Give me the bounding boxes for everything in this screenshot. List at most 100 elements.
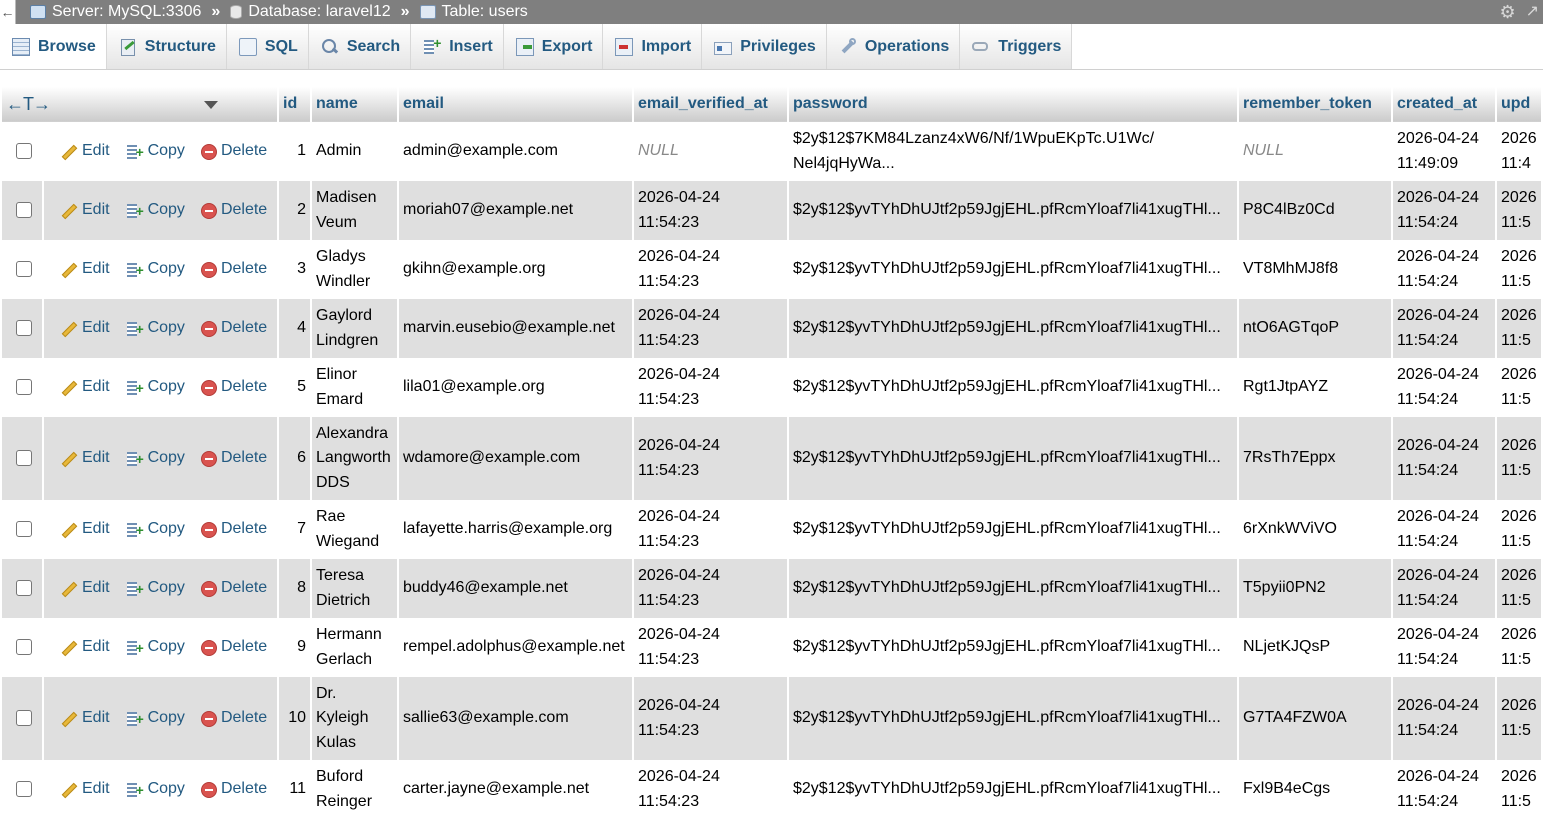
edit-button[interactable]: Edit — [60, 517, 110, 542]
edit-button[interactable]: Edit — [60, 198, 110, 223]
cell-created-at[interactable]: 2026-04-24 11:54:24 — [1393, 500, 1495, 559]
sort-dropdown-icon[interactable] — [204, 101, 219, 110]
edit-button[interactable]: Edit — [60, 446, 110, 471]
copy-button[interactable]: Copy — [126, 316, 185, 341]
cell-id[interactable]: 11 — [279, 760, 310, 819]
row-checkbox[interactable] — [16, 639, 32, 656]
cell-email-verified-at[interactable]: 2026-04-24 11:54:23 — [634, 358, 787, 417]
expand-arrow-icon[interactable]: ↗ — [1526, 1, 1539, 23]
copy-button[interactable]: Copy — [126, 446, 185, 471]
cell-updated-at[interactable]: 2026 11:5 — [1497, 559, 1541, 618]
delete-button[interactable]: Delete — [200, 446, 267, 471]
cell-id[interactable]: 1 — [279, 122, 310, 181]
delete-button[interactable]: Delete — [200, 517, 267, 542]
cell-remember-token[interactable]: Fxl9B4eCgs — [1239, 760, 1391, 819]
cell-email-verified-at[interactable]: 2026-04-24 11:54:23 — [634, 181, 787, 240]
cell-password[interactable]: $2y$12$yvTYhDhUJtf2p59JgjEHL.pfRcmYloaf7… — [789, 559, 1237, 618]
cell-password[interactable]: $2y$12$yvTYhDhUJtf2p59JgjEHL.pfRcmYloaf7… — [789, 181, 1237, 240]
cell-id[interactable]: 6 — [279, 417, 310, 500]
cell-created-at[interactable]: 2026-04-24 11:54:24 — [1393, 417, 1495, 500]
cell-email-verified-at[interactable]: 2026-04-24 11:54:23 — [634, 500, 787, 559]
cell-remember-token[interactable]: P8C4lBz0Cd — [1239, 181, 1391, 240]
edit-button[interactable]: Edit — [60, 706, 110, 731]
cell-password[interactable]: $2y$12$yvTYhDhUJtf2p59JgjEHL.pfRcmYloaf7… — [789, 760, 1237, 819]
delete-button[interactable]: Delete — [200, 635, 267, 660]
cell-remember-token[interactable]: NLjetKJQsP — [1239, 618, 1391, 677]
cell-name[interactable]: Alexandra Langworth DDS — [312, 417, 397, 500]
cell-created-at[interactable]: 2026-04-24 11:54:24 — [1393, 358, 1495, 417]
breadcrumb-server-label[interactable]: Server: MySQL:3306 — [52, 1, 201, 23]
cell-name[interactable]: Elinor Emard — [312, 358, 397, 417]
breadcrumb-table[interactable]: Table: users — [419, 1, 528, 23]
cell-id[interactable]: 8 — [279, 559, 310, 618]
cell-name[interactable]: Hermann Gerlach — [312, 618, 397, 677]
header-email[interactable]: email — [399, 87, 632, 122]
cell-name[interactable]: Dr. Kyleigh Kulas — [312, 677, 397, 760]
copy-button[interactable]: Copy — [126, 198, 185, 223]
cell-created-at[interactable]: 2026-04-24 11:54:24 — [1393, 760, 1495, 819]
tab-privileges[interactable]: Privileges — [702, 24, 827, 69]
copy-button[interactable]: Copy — [126, 635, 185, 660]
tab-insert[interactable]: Insert — [411, 24, 504, 69]
header-name[interactable]: name — [312, 87, 397, 122]
cell-email[interactable]: carter.jayne@example.net — [399, 760, 632, 819]
breadcrumb-database[interactable]: Database: laravel12 — [230, 1, 391, 23]
cell-created-at[interactable]: 2026-04-24 11:54:24 — [1393, 181, 1495, 240]
tab-sql[interactable]: SQL — [226, 24, 309, 69]
collapse-navigation-arrow-icon[interactable]: ← — [0, 0, 16, 24]
edit-button[interactable]: Edit — [60, 777, 110, 802]
tab-export[interactable]: Export — [503, 24, 604, 69]
cell-updated-at[interactable]: 2026 11:4 — [1497, 122, 1541, 181]
cell-updated-at[interactable]: 2026 11:5 — [1497, 618, 1541, 677]
copy-button[interactable]: Copy — [126, 257, 185, 282]
cell-password[interactable]: $2y$12$yvTYhDhUJtf2p59JgjEHL.pfRcmYloaf7… — [789, 417, 1237, 500]
header-updated-at[interactable]: upd — [1497, 87, 1541, 122]
cell-email-verified-at[interactable]: 2026-04-24 11:54:23 — [634, 240, 787, 299]
cell-id[interactable]: 9 — [279, 618, 310, 677]
row-checkbox[interactable] — [16, 710, 32, 727]
delete-button[interactable]: Delete — [200, 375, 267, 400]
cell-email[interactable]: gkihn@example.org — [399, 240, 632, 299]
cell-password[interactable]: $2y$12$yvTYhDhUJtf2p59JgjEHL.pfRcmYloaf7… — [789, 500, 1237, 559]
copy-button[interactable]: Copy — [126, 706, 185, 731]
copy-button[interactable]: Copy — [126, 576, 185, 601]
tab-structure[interactable]: Structure — [106, 24, 227, 69]
header-remember-token[interactable]: remember_token — [1239, 87, 1391, 122]
cell-email[interactable]: marvin.eusebio@example.net — [399, 299, 632, 358]
cell-email-verified-at[interactable]: 2026-04-24 11:54:23 — [634, 677, 787, 760]
tab-operations[interactable]: Operations — [826, 24, 961, 69]
tab-import[interactable]: Import — [603, 24, 703, 69]
cell-id[interactable]: 2 — [279, 181, 310, 240]
cell-email-verified-at[interactable]: 2026-04-24 11:54:23 — [634, 417, 787, 500]
edit-button[interactable]: Edit — [60, 257, 110, 282]
copy-button[interactable]: Copy — [126, 777, 185, 802]
column-resize-toggle-icon[interactable]: ←T→ — [6, 94, 51, 114]
copy-button[interactable]: Copy — [126, 517, 185, 542]
edit-button[interactable]: Edit — [60, 316, 110, 341]
delete-button[interactable]: Delete — [200, 257, 267, 282]
cell-password[interactable]: $2y$12$yvTYhDhUJtf2p59JgjEHL.pfRcmYloaf7… — [789, 677, 1237, 760]
breadcrumb-table-label[interactable]: Table: users — [442, 1, 528, 23]
cell-password[interactable]: $2y$12$yvTYhDhUJtf2p59JgjEHL.pfRcmYloaf7… — [789, 299, 1237, 358]
cell-created-at[interactable]: 2026-04-24 11:54:24 — [1393, 299, 1495, 358]
delete-button[interactable]: Delete — [200, 777, 267, 802]
breadcrumb-server[interactable]: Server: MySQL:3306 — [30, 1, 201, 23]
cell-id[interactable]: 5 — [279, 358, 310, 417]
row-checkbox[interactable] — [16, 521, 32, 538]
cell-remember-token[interactable]: VT8MhMJ8f8 — [1239, 240, 1391, 299]
cell-created-at[interactable]: 2026-04-24 11:54:24 — [1393, 677, 1495, 760]
cell-id[interactable]: 3 — [279, 240, 310, 299]
cell-created-at[interactable]: 2026-04-24 11:49:09 — [1393, 122, 1495, 181]
copy-button[interactable]: Copy — [126, 139, 185, 164]
header-id[interactable]: id — [279, 87, 310, 122]
cell-email[interactable]: admin@example.com — [399, 122, 632, 181]
cell-name[interactable]: Gaylord Lindgren — [312, 299, 397, 358]
cell-email[interactable]: lafayette.harris@example.org — [399, 500, 632, 559]
cell-updated-at[interactable]: 2026 11:5 — [1497, 240, 1541, 299]
row-checkbox[interactable] — [16, 781, 32, 798]
cell-name[interactable]: Teresa Dietrich — [312, 559, 397, 618]
delete-button[interactable]: Delete — [200, 198, 267, 223]
header-password[interactable]: password — [789, 87, 1237, 122]
row-checkbox[interactable] — [16, 580, 32, 597]
cell-email[interactable]: wdamore@example.com — [399, 417, 632, 500]
